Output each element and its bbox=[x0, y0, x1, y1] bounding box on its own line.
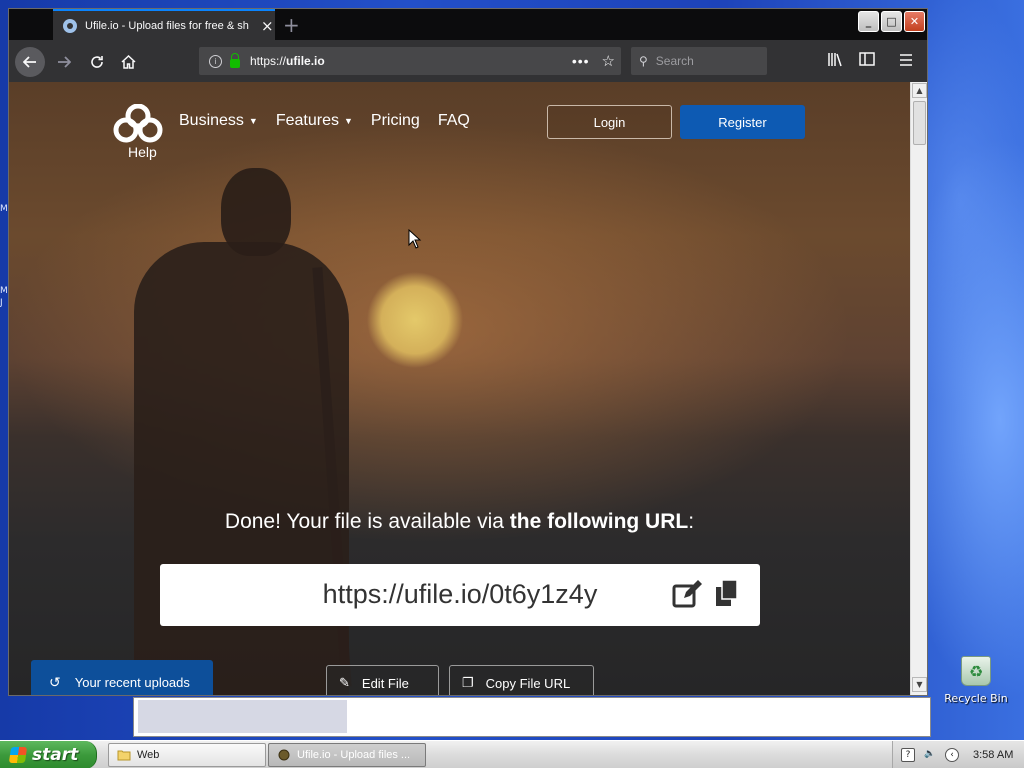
desktop-edge-text: J bbox=[0, 298, 3, 308]
page-actions-icon[interactable]: ••• bbox=[572, 53, 590, 69]
recent-uploads-button[interactable]: ↺ Your recent uploads bbox=[31, 660, 213, 695]
site-info-icon[interactable]: i bbox=[209, 54, 222, 68]
scroll-down-arrow-icon[interactable]: ▼ bbox=[912, 677, 927, 692]
search-input[interactable]: ⚲ Search bbox=[631, 47, 767, 75]
browser-window: Ufile.io - Upload files for free & sh × … bbox=[8, 8, 928, 696]
library-icon[interactable] bbox=[827, 52, 844, 71]
tab-title: Ufile.io - Upload files for free & sh bbox=[85, 19, 249, 32]
taskbar-item-ufile[interactable]: Ufile.io - Upload files ... bbox=[268, 743, 426, 767]
background-window-panel bbox=[138, 700, 347, 733]
chevron-down-icon: ▼ bbox=[343, 116, 353, 126]
edit-file-label: Edit File bbox=[361, 675, 409, 691]
copy-file-url-label: Copy File URL bbox=[485, 675, 571, 691]
reload-icon bbox=[91, 56, 103, 68]
menu-item-business[interactable]: Business ▼ bbox=[179, 112, 258, 130]
start-label: start bbox=[32, 745, 79, 765]
home-button[interactable] bbox=[113, 47, 143, 77]
upload-done-message: Done! Your file is available via the fol… bbox=[9, 510, 910, 534]
folder-icon bbox=[117, 750, 131, 761]
recycle-bin-icon: ♻ bbox=[961, 656, 991, 686]
reload-button[interactable] bbox=[82, 47, 112, 77]
windows-logo-icon bbox=[8, 747, 28, 763]
menu-item-label: FAQ bbox=[437, 112, 470, 129]
url-prefix: https:// bbox=[250, 54, 287, 68]
page-viewport: Help Business ▼ Features ▼ Pricing FAQ Log… bbox=[9, 82, 910, 695]
browser-app-icon bbox=[278, 749, 290, 761]
menu-item-label: Features bbox=[275, 112, 339, 129]
copy-icon[interactable] bbox=[712, 578, 742, 608]
edit-file-button[interactable]: ✎ Edit File bbox=[326, 665, 439, 695]
recent-uploads-label: Your recent uploads bbox=[74, 674, 190, 690]
tab-close-icon[interactable]: × bbox=[261, 17, 274, 35]
help-link[interactable]: Help bbox=[128, 144, 157, 160]
chevron-down-icon: ▼ bbox=[248, 116, 258, 126]
desktop-edge-text: M bbox=[0, 286, 8, 296]
menu-item-pricing[interactable]: Pricing bbox=[371, 112, 420, 130]
hero-silhouette-head bbox=[221, 168, 291, 256]
back-arrow-icon bbox=[23, 56, 36, 68]
done-prefix: Done! Your file is available via bbox=[224, 510, 510, 533]
network-tray-icon[interactable]: ‹ bbox=[945, 748, 959, 762]
done-bold: the following URL bbox=[509, 510, 689, 533]
search-placeholder: Search bbox=[655, 54, 694, 68]
forward-arrow-icon bbox=[58, 56, 71, 68]
recycle-bin[interactable]: ♻ Recycle Bin bbox=[944, 656, 1008, 705]
taskbar-item-label: Web bbox=[137, 749, 160, 761]
mouse-cursor-icon bbox=[408, 229, 422, 249]
hamburger-menu-icon[interactable] bbox=[899, 52, 913, 70]
recycle-bin-label: Recycle Bin bbox=[944, 692, 1008, 705]
search-icon: ⚲ bbox=[639, 54, 648, 68]
help-tray-icon[interactable]: ? bbox=[901, 748, 915, 762]
sidebar-icon[interactable] bbox=[859, 52, 875, 70]
browser-titlebar: Ufile.io - Upload files for free & sh × … bbox=[9, 9, 927, 40]
maximize-button[interactable]: □ bbox=[881, 11, 902, 32]
menu-item-features[interactable]: Features ▼ bbox=[276, 112, 353, 130]
edit-icon: ✎ bbox=[339, 675, 350, 690]
site-header: Help Business ▼ Features ▼ Pricing FAQ Log… bbox=[9, 82, 910, 172]
copy-icon: ❐ bbox=[462, 675, 474, 690]
done-suffix: : bbox=[688, 510, 695, 533]
close-button[interactable]: ✕ bbox=[904, 11, 925, 32]
browser-toolbar: i https://ufile.io ••• ☆ ⚲ Search bbox=[9, 40, 927, 82]
menu-item-faq[interactable]: FAQ bbox=[438, 112, 470, 130]
lock-icon bbox=[230, 52, 240, 68]
new-tab-button[interactable]: + bbox=[283, 13, 300, 37]
taskbar: start Web Ufile.io - Upload files ... ? … bbox=[0, 740, 1024, 768]
background-window[interactable] bbox=[133, 697, 931, 737]
clock[interactable]: 3:58 AM bbox=[973, 749, 1013, 761]
url-text: https://ufile.io bbox=[250, 54, 572, 68]
vertical-scrollbar[interactable]: ▲ ▼ bbox=[910, 82, 927, 695]
ufile-logo-icon[interactable] bbox=[113, 104, 163, 144]
scroll-up-arrow-icon[interactable]: ▲ bbox=[912, 83, 927, 98]
menu-item-label: Pricing bbox=[370, 112, 420, 129]
ufile-favicon-icon bbox=[63, 18, 77, 33]
url-domain: ufile.io bbox=[286, 54, 325, 68]
forward-button[interactable] bbox=[49, 47, 79, 77]
bookmark-star-icon[interactable]: ☆ bbox=[602, 52, 615, 70]
login-button[interactable]: Login bbox=[547, 105, 672, 139]
home-icon bbox=[120, 55, 136, 69]
window-controls: _ □ ✕ bbox=[858, 11, 925, 32]
file-url-box: https://ufile.io/0t6y1z4y bbox=[160, 564, 760, 626]
start-button[interactable]: start bbox=[0, 741, 97, 768]
minimize-button[interactable]: _ bbox=[858, 11, 879, 32]
file-url-link[interactable]: https://ufile.io/0t6y1z4y bbox=[160, 579, 760, 610]
address-bar[interactable]: i https://ufile.io ••• ☆ bbox=[199, 47, 621, 75]
system-tray: ? 🔈 ‹ 3:58 AM bbox=[892, 741, 1024, 768]
menu-item-label: Business bbox=[179, 112, 244, 129]
register-button[interactable]: Register bbox=[680, 105, 805, 139]
taskbar-item-web[interactable]: Web bbox=[108, 743, 266, 767]
copy-file-url-button[interactable]: ❐ Copy File URL bbox=[449, 665, 594, 695]
main-menu: Business ▼ Features ▼ Pricing FAQ bbox=[179, 112, 470, 130]
desktop-edge-text: M bbox=[0, 204, 8, 214]
tab-ufile[interactable]: Ufile.io - Upload files for free & sh × bbox=[53, 9, 275, 40]
edit-icon[interactable] bbox=[672, 580, 702, 610]
back-button[interactable] bbox=[15, 47, 45, 77]
history-icon: ↺ bbox=[49, 673, 61, 690]
volume-tray-icon[interactable]: 🔈 bbox=[923, 748, 937, 762]
taskbar-item-label: Ufile.io - Upload files ... bbox=[297, 749, 411, 761]
scrollbar-thumb[interactable] bbox=[913, 101, 926, 145]
